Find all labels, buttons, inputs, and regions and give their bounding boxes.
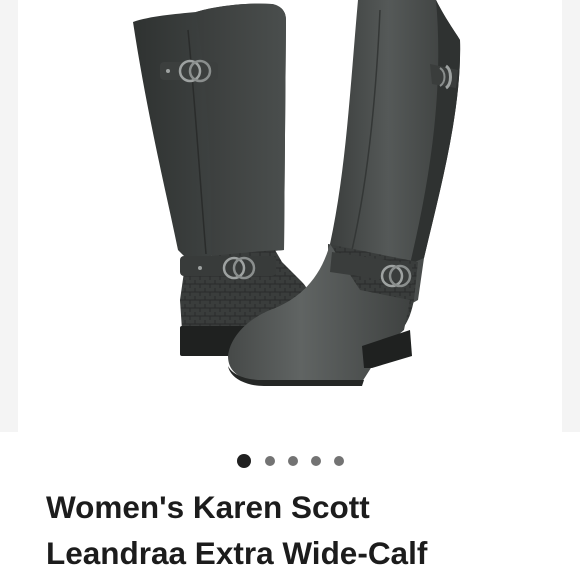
back-boot-icon [133, 3, 309, 356]
product-gallery[interactable] [0, 0, 580, 432]
carousel-dot-1[interactable] [236, 454, 251, 468]
carousel-dot-3[interactable] [287, 456, 298, 466]
carousel-dot-5[interactable] [333, 456, 344, 466]
product-title-line-2: Leandraa Extra Wide-Calf [46, 535, 428, 571]
carousel-dot-2[interactable] [264, 456, 275, 466]
carousel-dot-4[interactable] [310, 456, 321, 466]
product-image[interactable] [0, 0, 580, 432]
product-title-line-1: Women's Karen Scott [46, 489, 370, 525]
listing-page: Women's Karen Scott Leandraa Extra Wide-… [0, 0, 580, 580]
image-carousel-dots [0, 453, 580, 469]
product-title: Women's Karen Scott Leandraa Extra Wide-… [46, 484, 566, 576]
